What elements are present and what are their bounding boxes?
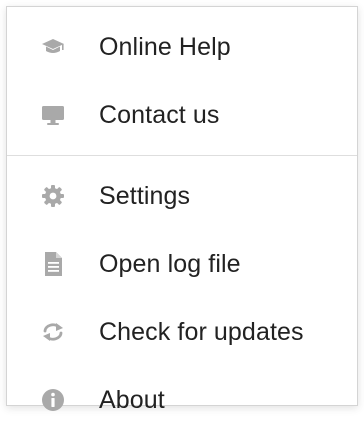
context-menu: Online Help Contact us Settings Open log… (6, 6, 358, 414)
menu-item-contact-us[interactable]: Contact us (7, 81, 357, 149)
menu-item-label: Settings (99, 181, 191, 210)
menu-item-settings[interactable]: Settings (7, 162, 357, 230)
menu-item-label: Check for updates (99, 317, 304, 346)
menu-item-label: About (99, 385, 165, 414)
menu-item-label: Online Help (99, 32, 231, 61)
menu-group-tools: Settings Open log file Check for updates… (7, 155, 357, 440)
gear-icon (7, 184, 99, 208)
menu-group-help: Online Help Contact us (7, 7, 357, 155)
menu-item-about[interactable]: About (7, 366, 357, 434)
menu-item-online-help[interactable]: Online Help (7, 13, 357, 81)
document-icon (7, 251, 99, 277)
monitor-icon (7, 104, 99, 126)
menu-item-check-for-updates[interactable]: Check for updates (7, 298, 357, 366)
graduation-cap-icon (7, 37, 99, 57)
menu-item-label: Open log file (99, 249, 241, 278)
info-icon (7, 388, 99, 412)
menu-item-open-log-file[interactable]: Open log file (7, 230, 357, 298)
refresh-icon (7, 321, 99, 343)
menu-item-label: Contact us (99, 100, 220, 129)
